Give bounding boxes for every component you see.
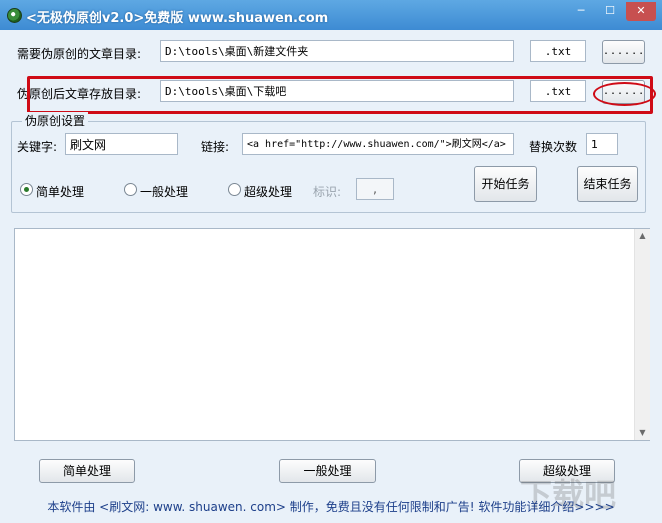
radio-super-label[interactable]: 超级处理: [244, 183, 292, 200]
bottom-normal-button[interactable]: 一般处理: [279, 459, 376, 483]
start-task-button[interactable]: 开始任务: [474, 166, 537, 202]
replace-count-label: 替换次数: [529, 140, 578, 154]
maximize-icon[interactable]: ☐: [597, 2, 623, 21]
settings-group-title: 伪原创设置: [22, 112, 89, 129]
highlight-rectangle: [27, 76, 653, 114]
close-icon[interactable]: ✕: [626, 2, 656, 21]
radio-simple-icon[interactable]: [20, 183, 33, 196]
keyword-label: 关键字:: [17, 140, 58, 154]
link-input[interactable]: <a href="http://www.shuawen.com/">刷文网</a…: [242, 133, 514, 155]
source-ext-input[interactable]: .txt: [530, 40, 586, 62]
source-dir-label: 需要伪原创的文章目录:: [17, 47, 142, 61]
output-textarea[interactable]: [14, 228, 650, 441]
highlight-oval: [593, 82, 656, 106]
stop-task-button[interactable]: 结束任务: [577, 166, 638, 202]
scroll-down-arrow-icon[interactable]: ▼: [635, 426, 650, 440]
link-label: 链接:: [201, 140, 230, 154]
radio-simple-label[interactable]: 简单处理: [36, 183, 84, 200]
radio-normal-icon[interactable]: [124, 183, 137, 196]
source-browse-button[interactable]: ......: [602, 40, 645, 64]
minimize-icon[interactable]: ─: [568, 2, 594, 21]
marker-label: 标识:: [313, 185, 342, 199]
keyword-input[interactable]: 刷文网: [65, 133, 178, 155]
source-dir-input[interactable]: D:\tools\桌面\新建文件夹: [160, 40, 514, 62]
scroll-up-arrow-icon[interactable]: ▲: [635, 229, 650, 243]
app-window: <无极伪原创v2.0>免费版 www.shuawen.com ─ ☐ ✕ 需要伪…: [0, 0, 662, 523]
radio-super-icon[interactable]: [228, 183, 241, 196]
title-bar: <无极伪原创v2.0>免费版 www.shuawen.com ─ ☐ ✕: [0, 0, 662, 30]
bottom-simple-button[interactable]: 简单处理: [39, 459, 135, 483]
window-title: <无极伪原创v2.0>免费版 www.shuawen.com: [26, 11, 329, 26]
radio-normal-label[interactable]: 一般处理: [140, 183, 188, 200]
footer-link[interactable]: 本软件由 <刷文网: www. shuawen. com> 制作，免费且没有任何…: [0, 498, 662, 515]
output-scrollbar[interactable]: ▲ ▼: [634, 229, 650, 440]
marker-input[interactable]: ,: [356, 178, 394, 200]
app-icon: [7, 8, 22, 23]
replace-count-input[interactable]: 1: [586, 133, 618, 155]
radio-simple-group[interactable]: [20, 183, 33, 196]
